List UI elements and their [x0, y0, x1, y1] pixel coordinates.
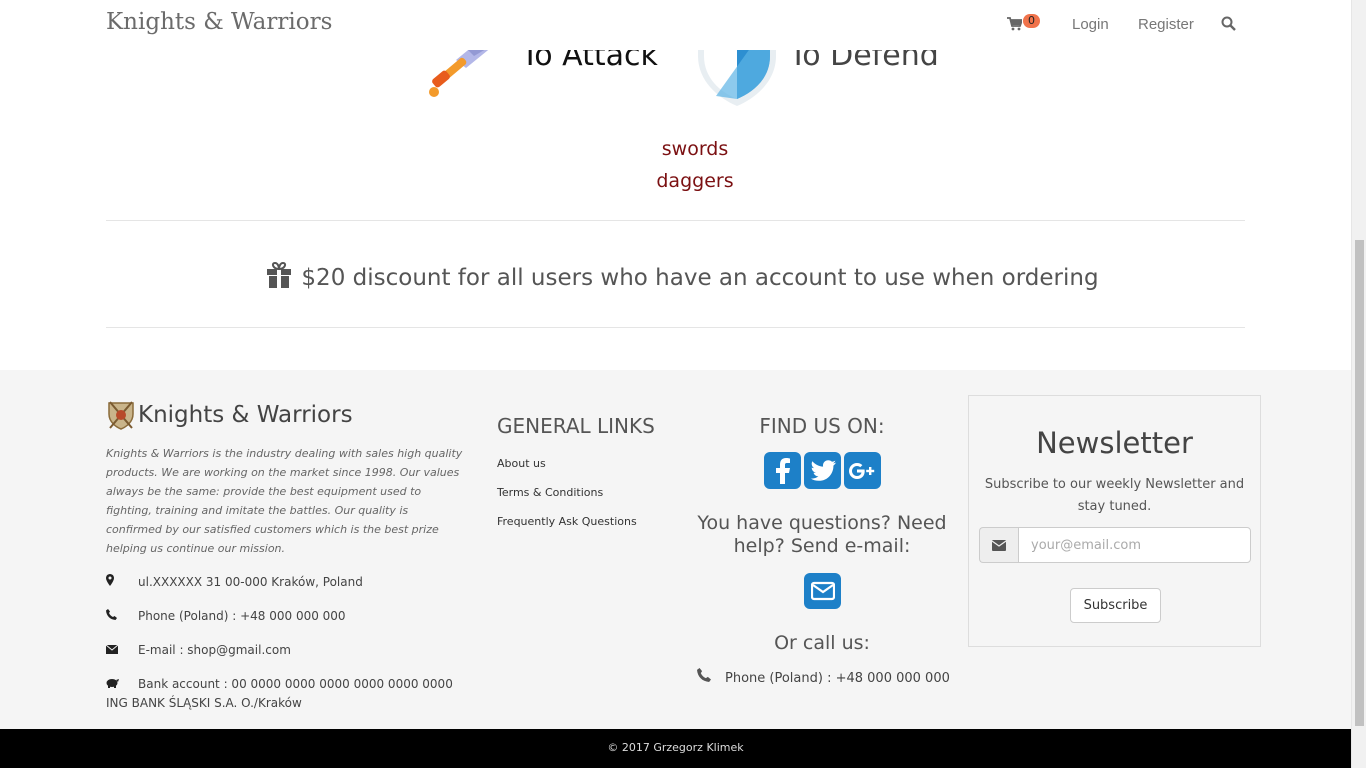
- email-button-icon[interactable]: [804, 573, 841, 609]
- social-links: [764, 452, 881, 489]
- newsletter-input-group: [979, 527, 1251, 563]
- login-link[interactable]: Login: [1072, 16, 1109, 33]
- newsletter-subtitle: Subscribe to our weekly Newsletter and s…: [984, 477, 1245, 514]
- find-us-title: FIND US ON:: [759, 414, 885, 438]
- about-us-link[interactable]: About us: [497, 457, 546, 470]
- phone-icon: [697, 668, 725, 686]
- newsletter-box: Newsletter Subscribe to our weekly Newsl…: [968, 395, 1261, 647]
- envelope-icon: [105, 641, 138, 660]
- phone-text: Phone (Poland) : +48 000 000 000: [138, 609, 346, 623]
- newsletter-email-input[interactable]: [1018, 527, 1251, 563]
- help-text: You have questions? Need help? Send e-ma…: [697, 512, 947, 557]
- footer-brand: Knights & Warriors: [106, 400, 353, 430]
- copyright-bar: © 2017 Grzegorz Klimek: [0, 729, 1351, 768]
- faq-link[interactable]: Frequently Ask Questions: [497, 515, 637, 528]
- email-row: E-mail : shop@gmail.com: [105, 641, 476, 660]
- discount-text: $20 discount for all users who have an a…: [301, 265, 1099, 291]
- newsletter-title: Newsletter: [1036, 426, 1193, 460]
- about-text: Knights & Warriors is the industry deali…: [106, 447, 463, 555]
- address-text: ul.XXXXXX 31 00-000 Kraków, Poland: [138, 575, 363, 589]
- map-marker-icon: [106, 573, 138, 592]
- cart-button[interactable]: 0: [1007, 14, 1047, 36]
- page-scrollbar[interactable]: [1351, 0, 1366, 768]
- search-icon[interactable]: [1221, 16, 1236, 35]
- general-links-title: GENERAL LINKS: [497, 414, 655, 438]
- scrollbar-thumb[interactable]: [1355, 240, 1364, 726]
- cart-icon: [1007, 17, 1022, 31]
- navbar: Knights & Warriors 0 Login Register: [0, 0, 1351, 50]
- footer: Knights & Warriors Knights & Warriors is…: [0, 370, 1351, 729]
- call-phone-row: Phone (Poland) : +48 000 000 000: [697, 668, 950, 686]
- divider: [106, 220, 1245, 221]
- cart-count-badge: 0: [1023, 14, 1040, 28]
- bank-text: Bank account : 00 0000 0000 0000 0000 00…: [106, 677, 453, 710]
- phone-row: Phone (Poland) : +48 000 000 000: [106, 607, 476, 626]
- call-phone-text: Phone (Poland) : +48 000 000 000: [725, 671, 950, 686]
- category-link-swords[interactable]: swords: [12, 138, 1366, 160]
- facebook-icon[interactable]: [764, 452, 801, 489]
- footer-brand-name: Knights & Warriors: [138, 402, 353, 428]
- piggy-bank-icon: [106, 675, 138, 694]
- twitter-icon[interactable]: [804, 452, 841, 489]
- address-row: ul.XXXXXX 31 00-000 Kraków, Poland: [106, 573, 476, 592]
- knight-crest-icon: [108, 401, 134, 430]
- email-text: E-mail : shop@gmail.com: [138, 643, 291, 657]
- terms-link[interactable]: Terms & Conditions: [497, 486, 603, 499]
- register-link[interactable]: Register: [1138, 16, 1194, 33]
- gift-icon: [267, 261, 292, 294]
- google-plus-icon[interactable]: [844, 452, 881, 489]
- bank-row: Bank account : 00 0000 0000 0000 0000 00…: [106, 675, 476, 713]
- envelope-icon: [979, 527, 1018, 563]
- category-link-daggers[interactable]: daggers: [12, 170, 1366, 192]
- phone-icon: [106, 607, 138, 626]
- subscribe-button[interactable]: Subscribe: [1070, 588, 1161, 623]
- call-us-title: Or call us:: [774, 632, 870, 654]
- copyright-text: © 2017 Grzegorz Klimek: [607, 741, 744, 754]
- discount-banner: $20 discount for all users who have an a…: [0, 261, 1366, 294]
- brand-logo[interactable]: Knights & Warriors: [106, 9, 332, 35]
- divider: [106, 327, 1245, 328]
